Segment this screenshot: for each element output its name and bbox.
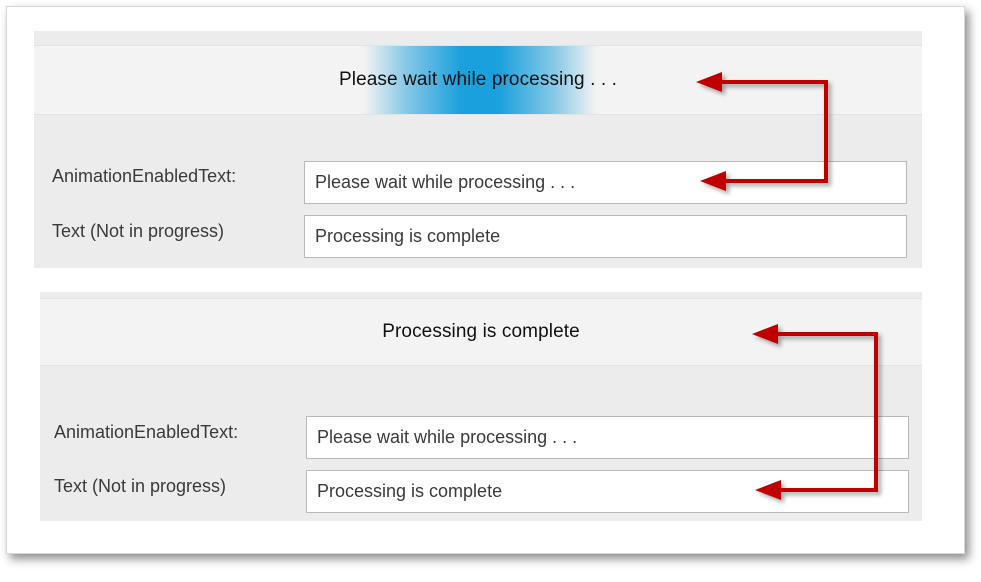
annotation-arrows: [696, 72, 878, 500]
arrow-connector-bottom: [752, 324, 878, 500]
arrow-connector-top: [696, 72, 828, 191]
